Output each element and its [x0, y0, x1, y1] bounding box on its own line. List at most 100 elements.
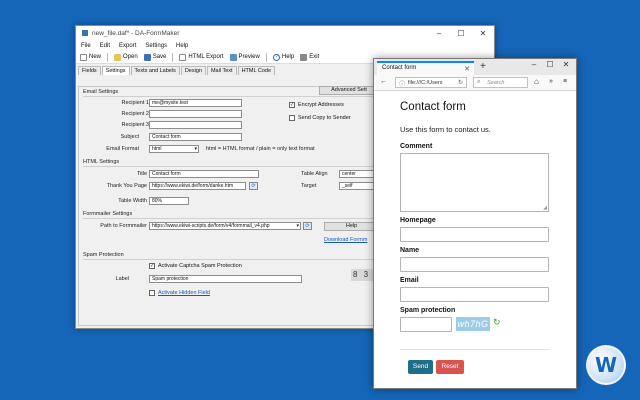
activate-captcha-label: Activate Captcha Spam Protection: [158, 263, 242, 269]
preview-label: Preview: [238, 54, 260, 60]
comment-textarea[interactable]: ◢: [400, 153, 549, 212]
folder-icon: [114, 53, 122, 61]
send-copy-checkbox[interactable]: Send Copy to Sender: [289, 115, 351, 121]
watermark-letter: W: [594, 353, 618, 377]
home-icon[interactable]: ⌂: [534, 77, 539, 86]
new-tab-icon[interactable]: +: [480, 61, 486, 72]
open-button[interactable]: Open: [114, 53, 138, 61]
email-field[interactable]: [400, 287, 549, 302]
recipient1-field[interactable]: me@mysite.test: [149, 99, 242, 107]
page-title: Contact form: [400, 101, 466, 113]
open-label: Open: [123, 54, 138, 60]
tab-design[interactable]: Design: [180, 66, 206, 75]
recipient1-label: Recipient 1: [121, 100, 149, 106]
table-align-label: Table Align: [301, 171, 328, 177]
tab-texts-and-labels[interactable]: Texts and Labels: [130, 66, 180, 75]
email-settings-heading: Email Settings: [83, 89, 119, 95]
menu-export[interactable]: Export: [119, 43, 136, 49]
window-title: new_file.daf* - DA-FormMaker: [92, 29, 180, 37]
help-label: Help: [281, 54, 295, 60]
menu-help[interactable]: Help: [176, 43, 188, 49]
help-icon: ?: [272, 53, 280, 61]
chevron-down-icon: ▾: [194, 146, 197, 152]
tab-fields[interactable]: Fields: [78, 66, 101, 75]
maximize-icon[interactable]: ☐: [450, 29, 472, 38]
browse-icon[interactable]: ⟳: [249, 182, 258, 190]
tab-mail-text[interactable]: Mail Text: [206, 66, 237, 75]
hamburger-menu-icon[interactable]: ≡: [563, 78, 567, 85]
minimize-icon[interactable]: –: [428, 29, 450, 38]
tab-html-code[interactable]: HTML Code: [237, 66, 276, 75]
chevron-down-icon: ▾: [296, 223, 299, 229]
browser-navbar: ← ⓘ file:///C:/Users ↻ ⌕ Search ⌂ » ≡: [374, 75, 576, 91]
tab-settings[interactable]: Settings: [101, 66, 130, 75]
maximize-icon[interactable]: ☐: [542, 60, 558, 69]
subject-label: Subject: [120, 134, 139, 140]
encrypt-addresses-checkbox[interactable]: ✓ Encrypt Addresses: [289, 102, 344, 108]
formmaker-titlebar[interactable]: new_file.daf* - DA-FormMaker – ☐ ✕: [76, 26, 494, 40]
html-export-button[interactable]: HTML Export: [179, 53, 224, 61]
send-button[interactable]: Send: [408, 360, 433, 374]
browser-tab[interactable]: Contact form ✕: [377, 61, 474, 75]
recipient3-field[interactable]: [149, 121, 242, 129]
table-width-field[interactable]: 80%: [149, 197, 189, 205]
minimize-icon[interactable]: –: [526, 60, 542, 69]
help-button[interactable]: ? Help: [272, 53, 295, 61]
name-field[interactable]: [400, 257, 549, 272]
email-format-value: html: [152, 146, 162, 152]
recipient2-field[interactable]: [149, 110, 242, 118]
formmailer-path-label: Path to Formmailer: [100, 223, 147, 229]
back-icon[interactable]: ←: [380, 78, 387, 85]
formmailer-path-select[interactable]: https://www.ekiwi-scripts.de/form/v4/for…: [149, 222, 301, 230]
menu-file[interactable]: File: [81, 43, 91, 49]
checkbox-box: [289, 115, 295, 121]
email-format-select[interactable]: html ▾: [149, 145, 199, 153]
preview-button[interactable]: Preview: [229, 53, 260, 61]
captcha-refresh-icon[interactable]: ↻: [493, 317, 501, 328]
spam-protection-heading: Spam Protection: [83, 252, 124, 258]
refresh-path-icon[interactable]: ⟳: [303, 222, 312, 230]
floppy-icon: [143, 53, 151, 61]
download-formmailer-link[interactable]: Download Formm: [324, 237, 367, 243]
close-tab-icon[interactable]: ✕: [464, 65, 470, 73]
exit-icon: [300, 53, 308, 61]
close-icon[interactable]: ✕: [558, 60, 574, 69]
activate-hidden-field-checkbox[interactable]: Activate Hidden Field: [149, 290, 210, 296]
activate-captcha-checkbox[interactable]: ✓ Activate Captcha Spam Protection: [149, 263, 242, 269]
captcha-label-field[interactable]: Spam protection: [149, 275, 302, 283]
url-text: file:///C:/Users: [408, 80, 443, 86]
save-label: Save: [152, 54, 167, 60]
url-bar[interactable]: ⓘ file:///C:/Users ↻: [395, 77, 467, 88]
send-copy-label: Send Copy to Sender: [298, 115, 351, 121]
save-button[interactable]: Save: [143, 53, 167, 61]
target-label: Target: [301, 183, 317, 189]
menu-settings[interactable]: Settings: [145, 43, 167, 49]
homepage-field[interactable]: [400, 227, 549, 242]
toolbar-separator: [265, 52, 267, 62]
subject-field[interactable]: Contact form: [149, 133, 242, 141]
email-format-label: Email Format: [106, 146, 139, 152]
reset-button[interactable]: Reset: [436, 360, 464, 374]
search-bar[interactable]: ⌕ Search: [473, 77, 528, 88]
new-button[interactable]: New: [80, 53, 101, 61]
browser-window: Contact form ✕ + – ☐ ✕ ← ⓘ file:///C:/Us…: [373, 58, 577, 389]
captcha-image: wh7hG: [456, 317, 490, 331]
exit-button[interactable]: Exit: [300, 53, 320, 61]
monitor-icon: [229, 53, 237, 61]
close-icon[interactable]: ✕: [472, 29, 494, 38]
thankyou-field[interactable]: https://www.ekiwi.de/form/danke.htm: [149, 182, 246, 190]
info-icon[interactable]: ⓘ: [399, 79, 405, 88]
recipient3-label: Recipient 3: [121, 122, 149, 128]
formmailer-help-button[interactable]: Help: [324, 222, 379, 231]
captcha-answer-field[interactable]: [400, 317, 452, 332]
exit-label: Exit: [309, 54, 320, 60]
comment-label: Comment: [400, 143, 433, 150]
reload-icon[interactable]: ↻: [458, 79, 463, 86]
title-field[interactable]: Contact form: [149, 170, 259, 178]
resize-grip-icon[interactable]: ◢: [543, 205, 547, 211]
menu-edit[interactable]: Edit: [100, 43, 110, 49]
overflow-chevron-icon[interactable]: »: [549, 78, 553, 85]
browser-titlebar: Contact form ✕ + – ☐ ✕: [374, 59, 576, 75]
captcha-label-label: Label: [115, 276, 129, 282]
advanced-settings-button[interactable]: Advanced Sett: [319, 86, 379, 95]
